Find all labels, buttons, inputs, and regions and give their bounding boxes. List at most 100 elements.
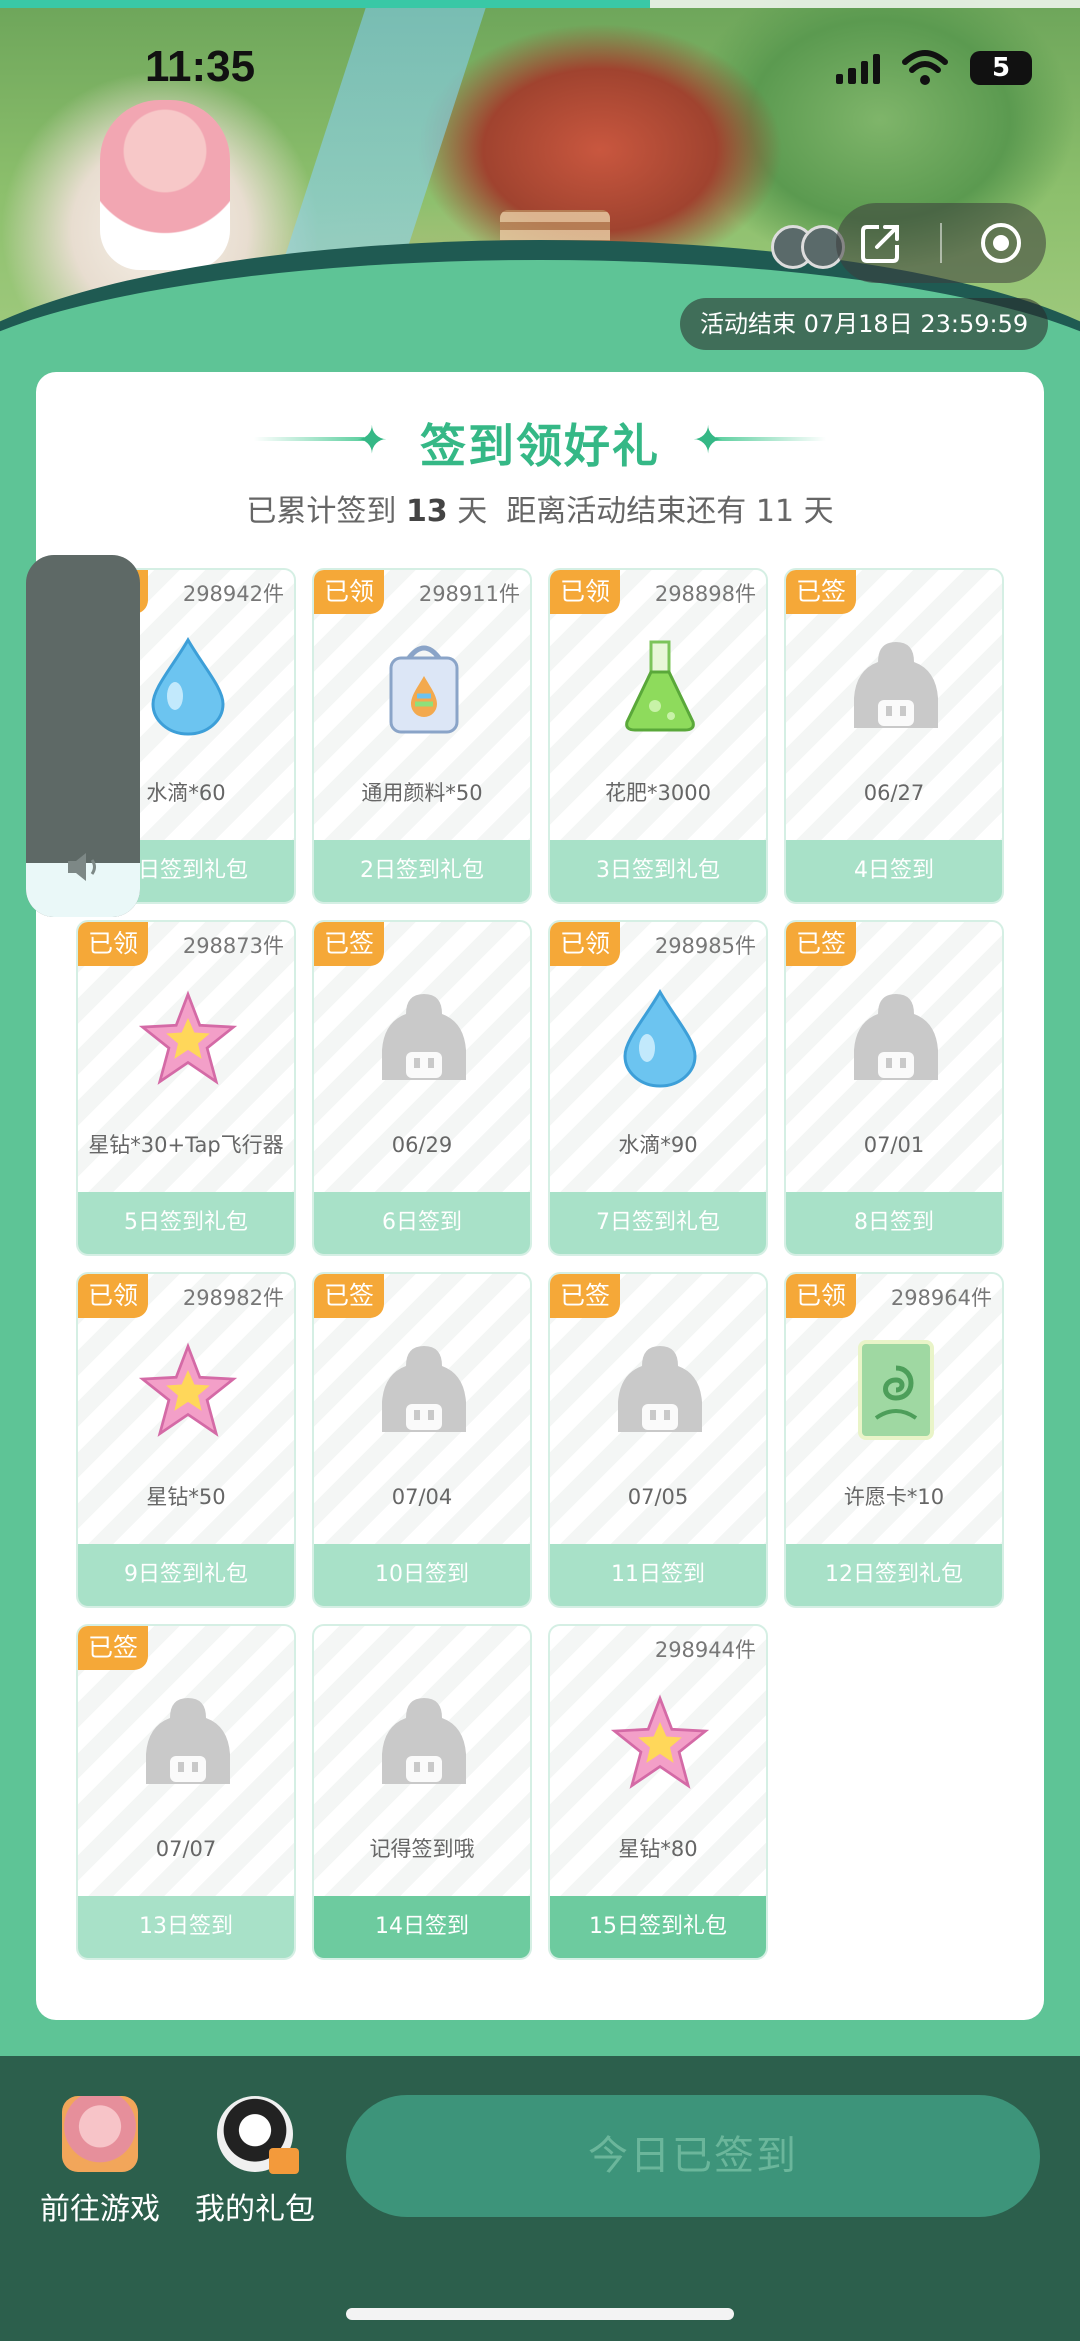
bottom-action-bar: 前往游戏 我的礼包 今日已签到 [0, 2056, 1080, 2341]
status-time: 11:35 [145, 42, 256, 91]
page-load-progress [0, 0, 650, 8]
placeholder-icon [138, 1692, 238, 1792]
reward-day-label: 7日签到礼包 [550, 1192, 766, 1254]
placeholder-icon [374, 1340, 474, 1440]
reward-status-badge: 已领 [550, 922, 621, 966]
days-signed-count: 13 [405, 494, 448, 529]
reward-cell[interactable]: 已签 07/01 8日签到 [784, 920, 1004, 1256]
reward-cell[interactable]: 298944件 星钻*80 15日签到礼包 [548, 1624, 768, 1960]
goto-game-label: 前往游戏 [40, 2192, 160, 2227]
reward-stock-count: 298944件 [654, 1638, 756, 1662]
reward-cell[interactable]: 已签 06/27 4日签到 [784, 568, 1004, 904]
checkin-summary: 已累计签到 13 天 距离活动结束还有 11 天 [36, 486, 1044, 530]
goto-game-button[interactable]: 前往游戏 [30, 2096, 170, 2228]
reward-day-label: 11日签到 [550, 1544, 766, 1606]
reward-cell[interactable]: 已领 298964件许愿卡*10 12日签到礼包 [784, 1272, 1004, 1608]
star-icon [138, 1340, 238, 1440]
reward-cell[interactable]: 记得签到哦 14日签到 [312, 1624, 532, 1960]
placeholder-icon [610, 1340, 710, 1440]
reward-day-label: 6日签到 [314, 1192, 530, 1254]
reward-name: 水滴*90 [618, 1133, 698, 1157]
reward-day-label: 8日签到 [786, 1192, 1002, 1254]
reward-status-badge: 已签 [786, 922, 857, 966]
reward-name: 06/29 [391, 1133, 453, 1157]
reward-status-badge: 已签 [786, 570, 857, 614]
reward-cell[interactable]: 已签 07/07 13日签到 [76, 1624, 296, 1960]
reward-day-label: 13日签到 [78, 1896, 294, 1958]
reward-status-badge: 已领 [78, 1274, 149, 1318]
reward-stock-count: 298964件 [890, 1286, 992, 1310]
reward-cell[interactable]: 已领 298873件 星钻*30+Tap飞行器 5日签到礼包 [76, 920, 296, 1256]
reward-name: 07/07 [155, 1837, 217, 1861]
speaker-icon [68, 853, 96, 881]
mini-program-capsule [836, 203, 1046, 283]
reward-cell[interactable]: 已签 06/29 6日签到 [312, 920, 532, 1256]
share-button[interactable] [851, 213, 911, 273]
reward-stock-count: 298873件 [182, 934, 284, 958]
reward-cell[interactable]: 已领 298911件通用颜料*50 2日签到礼包 [312, 568, 532, 904]
reward-stock-count: 298898件 [654, 582, 756, 606]
water-drop-icon [610, 988, 710, 1088]
my-gifts-label: 我的礼包 [195, 2192, 315, 2227]
event-end-time: 活动结束 07月18日 23:59:59 [680, 298, 1049, 350]
my-gifts-button[interactable]: 我的礼包 [185, 2096, 325, 2228]
banner-character [100, 100, 230, 270]
reward-day-label: 3日签到礼包 [550, 840, 766, 902]
reward-name: 07/04 [391, 1485, 453, 1509]
reward-day-label: 2日签到礼包 [314, 840, 530, 902]
paint-bucket-icon [374, 636, 474, 736]
reward-stock-count: 298985件 [654, 934, 756, 958]
reward-name: 花肥*3000 [605, 781, 711, 805]
reward-grid: 已领298942件水滴*601日签到礼包已领298911件通用颜料*502日签到… [76, 568, 1006, 1960]
summary-text: 已累计签到 [246, 494, 397, 529]
wifi-icon [902, 50, 948, 85]
capsule-divider [939, 223, 942, 263]
reward-cell[interactable]: 已领 298898件花肥*3000 3日签到礼包 [548, 568, 768, 904]
reward-status-badge: 已领 [78, 922, 149, 966]
reward-name: 07/01 [863, 1133, 925, 1157]
checked-in-today-button[interactable]: 今日已签到 [346, 2095, 1040, 2217]
reward-day-label: 9日签到礼包 [78, 1544, 294, 1606]
wish-card-icon [846, 1340, 946, 1440]
reward-stock-count: 298982件 [182, 1286, 284, 1310]
reward-stock-count: 298911件 [418, 582, 520, 606]
reward-cell[interactable]: 已领 298985件水滴*90 7日签到礼包 [548, 920, 768, 1256]
star-icon [610, 1692, 710, 1792]
reward-name: 记得签到哦 [369, 1837, 475, 1861]
reward-cell[interactable]: 已签 07/05 11日签到 [548, 1272, 768, 1608]
reward-status-badge: 已领 [550, 570, 621, 614]
placeholder-icon [374, 1692, 474, 1792]
cellular-signal-icon [836, 52, 880, 84]
reward-status-badge: 已领 [314, 570, 385, 614]
status-icons: 5 [836, 50, 1032, 86]
reward-day-label: 14日签到 [314, 1896, 530, 1958]
reward-status-badge: 已签 [78, 1626, 149, 1670]
volume-slider[interactable] [26, 555, 140, 917]
game-icon [62, 2096, 138, 2172]
reward-name: 通用颜料*50 [361, 781, 483, 805]
placeholder-icon [374, 988, 474, 1088]
battery-icon: 5 [970, 51, 1032, 85]
star-icon [138, 988, 238, 1088]
reward-name: 星钻*50 [146, 1485, 226, 1509]
reward-name: 许愿卡*10 [843, 1485, 945, 1509]
reward-day-label: 10日签到 [314, 1544, 530, 1606]
page-load-progress-track [650, 0, 1080, 8]
reward-status-badge: 已签 [314, 922, 385, 966]
reward-status-badge: 已签 [314, 1274, 385, 1318]
gift-avatar-icon [217, 2096, 299, 2174]
reward-name: 06/27 [863, 781, 925, 805]
reward-day-label: 5日签到礼包 [78, 1192, 294, 1254]
reward-cell[interactable]: 已领 298982件星钻*50 9日签到礼包 [76, 1272, 296, 1608]
close-button[interactable] [971, 213, 1031, 273]
placeholder-icon [846, 988, 946, 1088]
target-icon [981, 223, 1022, 263]
reward-cell[interactable]: 已签 07/04 10日签到 [312, 1272, 532, 1608]
reward-status-badge: 已领 [786, 1274, 857, 1318]
reward-day-label: 4日签到 [786, 840, 1002, 902]
water-drop-icon [138, 636, 238, 736]
reward-day-label: 12日签到礼包 [786, 1544, 1002, 1606]
days-left-count: 11 [755, 494, 795, 529]
home-indicator [346, 2308, 734, 2320]
reward-day-label: 15日签到礼包 [550, 1896, 766, 1958]
